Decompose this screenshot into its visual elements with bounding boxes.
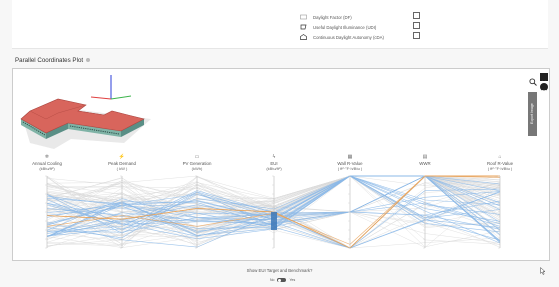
axis-header-eui[interactable]: ϟ EUI (kBtu/ft²) — [244, 155, 304, 172]
axis-header-pv-generation[interactable]: ▭ PV Generation (kWh) — [167, 155, 227, 172]
metric-label: Daylight Factor (DF) — [313, 14, 352, 20]
df-checkbox[interactable] — [413, 12, 420, 19]
export-image-button[interactable]: Export Image — [528, 92, 537, 136]
panel-title: Parallel Coordinates Plot — [15, 57, 91, 64]
building-3d-viewport[interactable] — [16, 71, 172, 153]
axis-header-wall-r-value[interactable]: ▦ Wall R-Value ( ft²·°F·h/Btu ) — [320, 155, 380, 172]
udi-icon — [300, 24, 307, 30]
daylight-factor-icon — [300, 14, 307, 20]
axis-header-annual-cooling[interactable]: ❄ Annual Cooling (kBtu/ft²) — [17, 155, 77, 172]
metric-row-cda: Continuous Daylight Autonomy (cDA) — [300, 34, 384, 40]
metrics-card: Daylight Factor (DF) Useful Daylight Ill… — [12, 0, 548, 49]
axis-header-peak-demand[interactable]: ⚡ Peak Demand ( kW ) — [92, 155, 152, 172]
metric-label: Continuous Daylight Autonomy (cDA) — [313, 34, 384, 40]
cda-icon — [300, 34, 307, 40]
cda-checkbox[interactable] — [413, 32, 420, 39]
search-icon[interactable] — [529, 73, 537, 86]
axis-header-wwr[interactable]: ▤ WWR — [395, 155, 455, 167]
metric-label: Useful Daylight Illuminance (UDI) — [313, 24, 377, 30]
help-icon[interactable] — [86, 58, 91, 63]
toggle-no-label: No — [270, 278, 275, 282]
toggle-yes-label: Yes — [289, 278, 296, 282]
3d-view-icon[interactable] — [540, 83, 548, 95]
eui-target-question: Show EUI Target and Benchmark? — [246, 268, 313, 273]
metric-row-udi: Useful Daylight Illuminance (UDI) — [300, 24, 376, 30]
metric-row-df: Daylight Factor (DF) — [300, 14, 352, 20]
eui-target-toggle-row: No Yes — [270, 278, 295, 282]
axis-header-roof-r-value[interactable]: ⌂ Roof R-Value ( ft²·°F·h/Btu ) — [470, 155, 530, 172]
expand-icon[interactable] — [540, 73, 548, 84]
eui-target-toggle[interactable] — [277, 278, 287, 282]
udi-checkbox[interactable] — [413, 22, 420, 29]
mouse-cursor-icon — [540, 262, 546, 275]
